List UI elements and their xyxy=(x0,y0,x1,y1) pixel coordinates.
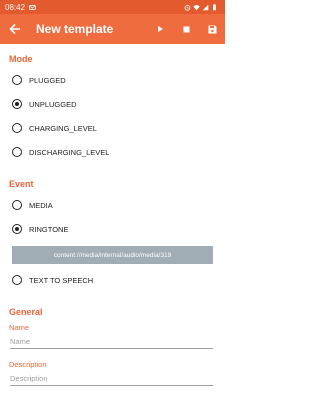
radio-button[interactable] xyxy=(12,147,22,157)
name-field[interactable] xyxy=(10,335,213,349)
mode-option-label: UNPLUGGED xyxy=(29,99,77,109)
event-option-label: RINGTONE xyxy=(29,224,69,234)
ringtone-path-button[interactable]: content://media/internal/audio/media/319 xyxy=(12,246,213,264)
mode-option-plugged[interactable]: PLUGGED xyxy=(12,72,66,88)
radio-button[interactable] xyxy=(12,123,22,133)
radio-button-selected[interactable] xyxy=(12,224,22,234)
event-option-label: TEXT TO SPEECH xyxy=(29,275,94,285)
radio-button-selected[interactable] xyxy=(12,99,22,109)
status-bar: 08:42 xyxy=(0,0,225,14)
mode-header: Mode xyxy=(9,54,33,64)
wifi-icon xyxy=(193,4,200,10)
back-button[interactable] xyxy=(0,14,30,44)
general-header: General xyxy=(9,307,43,317)
save-button[interactable] xyxy=(199,14,225,44)
description-field[interactable] xyxy=(10,372,213,386)
signal-icon xyxy=(202,4,209,10)
event-header: Event xyxy=(9,179,34,189)
name-label: Name xyxy=(9,323,30,332)
status-time: 08:42 xyxy=(5,2,26,12)
event-option-label: MEDIA xyxy=(29,200,53,210)
page-title: New template xyxy=(36,22,114,36)
stop-button[interactable] xyxy=(173,14,199,44)
mode-option-discharging-level[interactable]: DISCHARGING_LEVEL xyxy=(12,144,109,160)
battery-icon xyxy=(213,3,216,10)
event-option-text-to-speech[interactable]: TEXT TO SPEECH xyxy=(12,272,93,288)
arrow-left-icon xyxy=(9,23,20,35)
app-bar: New template xyxy=(0,14,225,44)
mode-option-unplugged[interactable]: UNPLUGGED xyxy=(12,96,77,112)
event-option-ringtone[interactable]: RINGTONE xyxy=(12,221,68,237)
radio-button[interactable] xyxy=(12,275,22,285)
radio-button[interactable] xyxy=(12,75,22,85)
mode-option-charging-level[interactable]: CHARGING_LEVEL xyxy=(12,120,97,136)
radio-button[interactable] xyxy=(12,200,22,210)
notification-icon xyxy=(29,4,36,10)
description-label: Description xyxy=(9,360,47,369)
template-form: Mode PLUGGED UNPLUGGED CHARGING_LEVEL DI… xyxy=(0,44,225,400)
event-option-media[interactable]: MEDIA xyxy=(12,197,53,213)
mode-option-label: CHARGING_LEVEL xyxy=(29,123,97,133)
stop-icon xyxy=(183,26,189,32)
mode-option-label: PLUGGED xyxy=(29,75,66,85)
mode-option-label: DISCHARGING_LEVEL xyxy=(29,147,110,157)
play-icon xyxy=(158,26,163,32)
play-button[interactable] xyxy=(147,14,173,44)
save-icon xyxy=(208,25,216,33)
alarm-icon xyxy=(184,4,191,11)
